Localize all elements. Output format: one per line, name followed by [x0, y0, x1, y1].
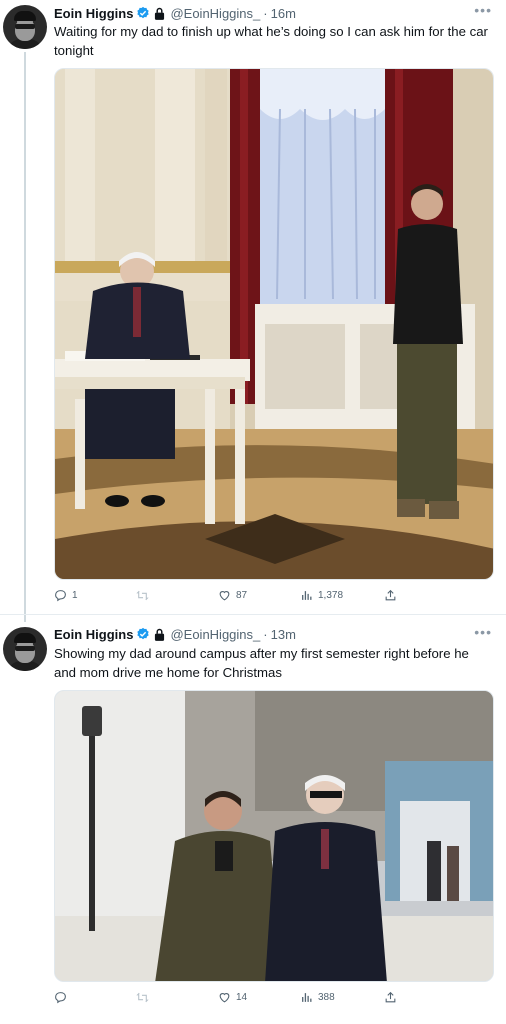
like-count: 87 — [236, 590, 248, 601]
tweet-divider — [0, 614, 506, 615]
photo-walking-outdoors — [55, 691, 493, 981]
tweet-header: Eoin Higgins @EoinHiggins_ · 16m — [54, 4, 296, 22]
like-button[interactable]: 87 — [218, 589, 247, 602]
views-chart-icon — [302, 993, 312, 1002]
tweet-actions: 14 388 — [54, 991, 414, 1007]
reply-button[interactable]: 1 — [54, 589, 78, 602]
author-handle[interactable]: @EoinHiggins_ — [170, 627, 260, 642]
share-button[interactable] — [384, 589, 397, 602]
views-count: 388 — [318, 992, 335, 1003]
tweet-text: Showing my dad around campus after my fi… — [54, 646, 469, 680]
retweet-button[interactable] — [136, 589, 154, 602]
author-handle[interactable]: @EoinHiggins_ — [170, 6, 260, 21]
separator-dot: · — [263, 626, 268, 642]
avatar[interactable] — [3, 627, 47, 671]
thread-connector — [24, 52, 26, 622]
reply-button[interactable] — [54, 991, 72, 1004]
reply-icon — [55, 590, 66, 602]
share-button[interactable] — [384, 991, 397, 1004]
lock-icon — [154, 7, 165, 20]
separator-dot: · — [263, 5, 268, 21]
retweet-icon — [136, 992, 149, 1003]
tweet-header: Eoin Higgins @EoinHiggins_ · 13m — [54, 625, 296, 643]
share-icon — [385, 589, 396, 601]
tweet-text: Waiting for my dad to finish up what he’… — [54, 24, 488, 58]
photo-signing-room — [55, 69, 493, 579]
verified-badge-icon — [136, 6, 150, 20]
tweet-image[interactable] — [54, 68, 494, 580]
retweet-icon — [136, 590, 149, 601]
timestamp[interactable]: 13m — [271, 627, 296, 642]
like-count: 14 — [236, 992, 248, 1003]
timestamp[interactable]: 16m — [271, 6, 296, 21]
heart-icon — [219, 591, 230, 601]
author-name[interactable]: Eoin Higgins — [54, 6, 133, 21]
views-button[interactable]: 1,378 — [300, 589, 343, 602]
views-chart-icon — [302, 591, 312, 600]
tweet-2[interactable]: Eoin Higgins @EoinHiggins_ · 13m ••• Sho… — [0, 622, 506, 1024]
author-name[interactable]: Eoin Higgins — [54, 627, 133, 642]
more-options-icon[interactable]: ••• — [474, 624, 492, 640]
avatar[interactable] — [3, 5, 47, 49]
reply-count: 1 — [72, 590, 78, 601]
more-options-icon[interactable]: ••• — [474, 2, 492, 18]
reply-icon — [55, 992, 66, 1004]
views-count: 1,378 — [318, 590, 344, 601]
tweet-image[interactable] — [54, 690, 494, 982]
verified-badge-icon — [136, 627, 150, 641]
views-button[interactable]: 388 — [300, 991, 335, 1004]
tweet-actions: 1 87 1,378 — [54, 589, 414, 605]
retweet-button[interactable] — [136, 991, 154, 1004]
tweet-1[interactable]: Eoin Higgins @EoinHiggins_ · 16m ••• Wai… — [0, 0, 506, 622]
share-icon — [385, 991, 396, 1003]
heart-icon — [219, 993, 230, 1003]
like-button[interactable]: 14 — [218, 991, 247, 1004]
lock-icon — [154, 628, 165, 641]
